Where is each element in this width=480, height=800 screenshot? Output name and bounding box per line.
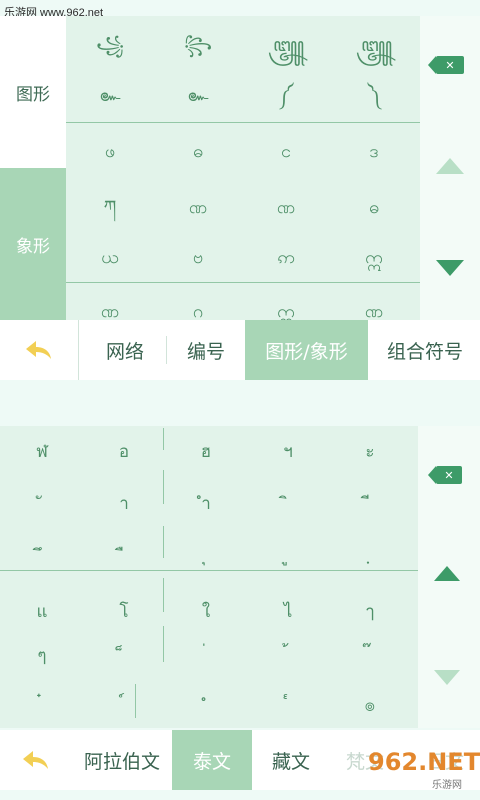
thai-symbol-key[interactable]: ๎ [248,692,328,720]
symbol-key[interactable]: ꧂ [154,32,242,60]
return-button[interactable] [0,320,78,380]
thai-symbol-key[interactable]: ไ [248,598,328,626]
watermark-logo: 962.NET 乐游网 [362,747,480,791]
thai-symbol-key[interactable]: ฮ [166,438,246,466]
side-controls: ✕ [420,16,480,320]
symbol-key[interactable]: ༼ [242,82,330,110]
tab-arabic[interactable]: 阿拉伯文 [72,730,172,790]
thai-symbol-key[interactable]: ์ [84,692,164,720]
symbol-key[interactable]: ๛ [154,82,242,110]
symbol-key[interactable]: ဂ [154,298,242,321]
thai-symbol-key[interactable]: ๏ [330,692,410,720]
category-shapes[interactable]: 图形 [0,16,66,168]
symbol-key[interactable]: ဏ [330,298,418,321]
symbol-key[interactable]: ༽ [330,82,418,110]
symbol-key[interactable]: ယ [66,244,154,272]
grid-divider [66,282,420,283]
symbol-key[interactable]: ꧁ [66,32,154,60]
close-icon: ✕ [444,468,454,482]
close-icon: ✕ [445,58,455,72]
symbol-key[interactable]: ဏ [242,194,330,222]
thai-symbol-key[interactable]: ็ [84,642,164,670]
return-button[interactable] [0,730,72,790]
thai-symbol-key[interactable]: ฺ [330,542,410,570]
thai-symbol-key[interactable]: ฬ [2,438,82,466]
tab-tibetan[interactable]: 藏文 [252,730,330,790]
tab-shapes-pictographs[interactable]: 图形/象形 [245,320,368,380]
thai-symbol-key[interactable]: ิ [248,490,328,518]
grid-divider [0,570,418,571]
thai-symbol-key[interactable]: ่ [166,642,246,670]
backspace-icon[interactable]: ✕ [428,466,462,484]
symbol-key[interactable]: ဏ [154,194,242,222]
watermark-logo-subtext: 乐游网 [432,779,462,791]
thai-symbol-key[interactable]: ี [330,490,410,518]
thai-symbol-key[interactable]: ฯ [248,438,328,466]
thai-symbol-key[interactable]: า [84,490,164,518]
symbol-key[interactable]: ဖ [66,138,154,166]
symbol-key[interactable]: င [242,138,330,166]
thai-symbol-key[interactable]: อ [84,438,164,466]
return-arrow-icon [23,751,48,769]
thai-symbol-key[interactable]: ํ [166,692,246,720]
thai-symbol-key[interactable]: ๋ [2,692,82,720]
thai-symbol-key[interactable]: ๅ [330,598,410,626]
thai-symbol-key[interactable]: ะ [330,438,410,466]
thai-symbol-key[interactable]: โ [84,598,164,626]
backspace-icon[interactable]: ✕ [428,56,464,74]
symbol-key[interactable]: ཀ [66,194,154,222]
tab-number[interactable]: 编号 [168,320,244,380]
watermark-logo-text: 962.NET [368,747,480,776]
return-arrow-icon [26,341,51,359]
thai-symbol-key[interactable]: ้ [248,642,328,670]
symbol-key[interactable]: ဣ [330,244,418,272]
thai-symbol-key[interactable]: ๊ [330,642,410,670]
symbol-key[interactable]: ๛ [66,82,154,110]
thai-symbol-key[interactable]: ๆ [2,642,82,670]
symbol-key[interactable]: ဒ [330,138,418,166]
symbol-key[interactable]: ꧃ [330,32,418,60]
symbol-grid: ꧁ ꧂ ꧃ ꧃ ๛๛ ༼ ༽ ဖဓငဒ ཀ ဏဏဓယဗဢဣဏဂဣဏ [66,16,420,320]
tab-network[interactable]: 网络 [86,320,164,380]
thai-symbol-key[interactable]: แ [2,598,82,626]
thai-symbol-key[interactable]: ำ [166,490,246,518]
side-controls: ✕ [418,426,480,728]
symbol-key[interactable]: ꧃ [242,32,330,60]
symbol-key[interactable]: ဗ [154,244,242,272]
arrow-down-icon[interactable] [434,670,460,685]
thai-symbol-key[interactable]: ื [84,542,164,570]
symbol-key[interactable]: ဣ [242,298,330,321]
arrow-up-icon[interactable] [436,158,464,174]
thai-symbol-key[interactable]: ึ [2,542,82,570]
arrow-up-icon[interactable] [434,566,460,581]
grid-divider [66,122,420,123]
symbol-key[interactable]: ဢ [242,244,330,272]
arrow-down-icon[interactable] [436,260,464,276]
thai-symbol-key[interactable]: ุ [166,542,246,570]
symbol-key[interactable]: ဓ [330,194,418,222]
thai-symbol-key[interactable]: ใ [166,598,246,626]
symbol-key[interactable]: ဓ [154,138,242,166]
thai-symbol-key[interactable]: ู [248,542,328,570]
thai-symbol-key[interactable]: ั [2,490,82,518]
symbol-key[interactable]: ဏ [66,298,154,321]
thai-symbol-grid: ฬอฮฯะัาำิีึืฺุูแโใไๅๆ็่้๊๋์ํ๎๏ [0,426,418,728]
category-pictographs[interactable]: 象形 [0,168,66,320]
tab-combining-symbols[interactable]: 组合符号 [370,320,480,380]
tab-thai[interactable]: 泰文 [172,730,252,790]
